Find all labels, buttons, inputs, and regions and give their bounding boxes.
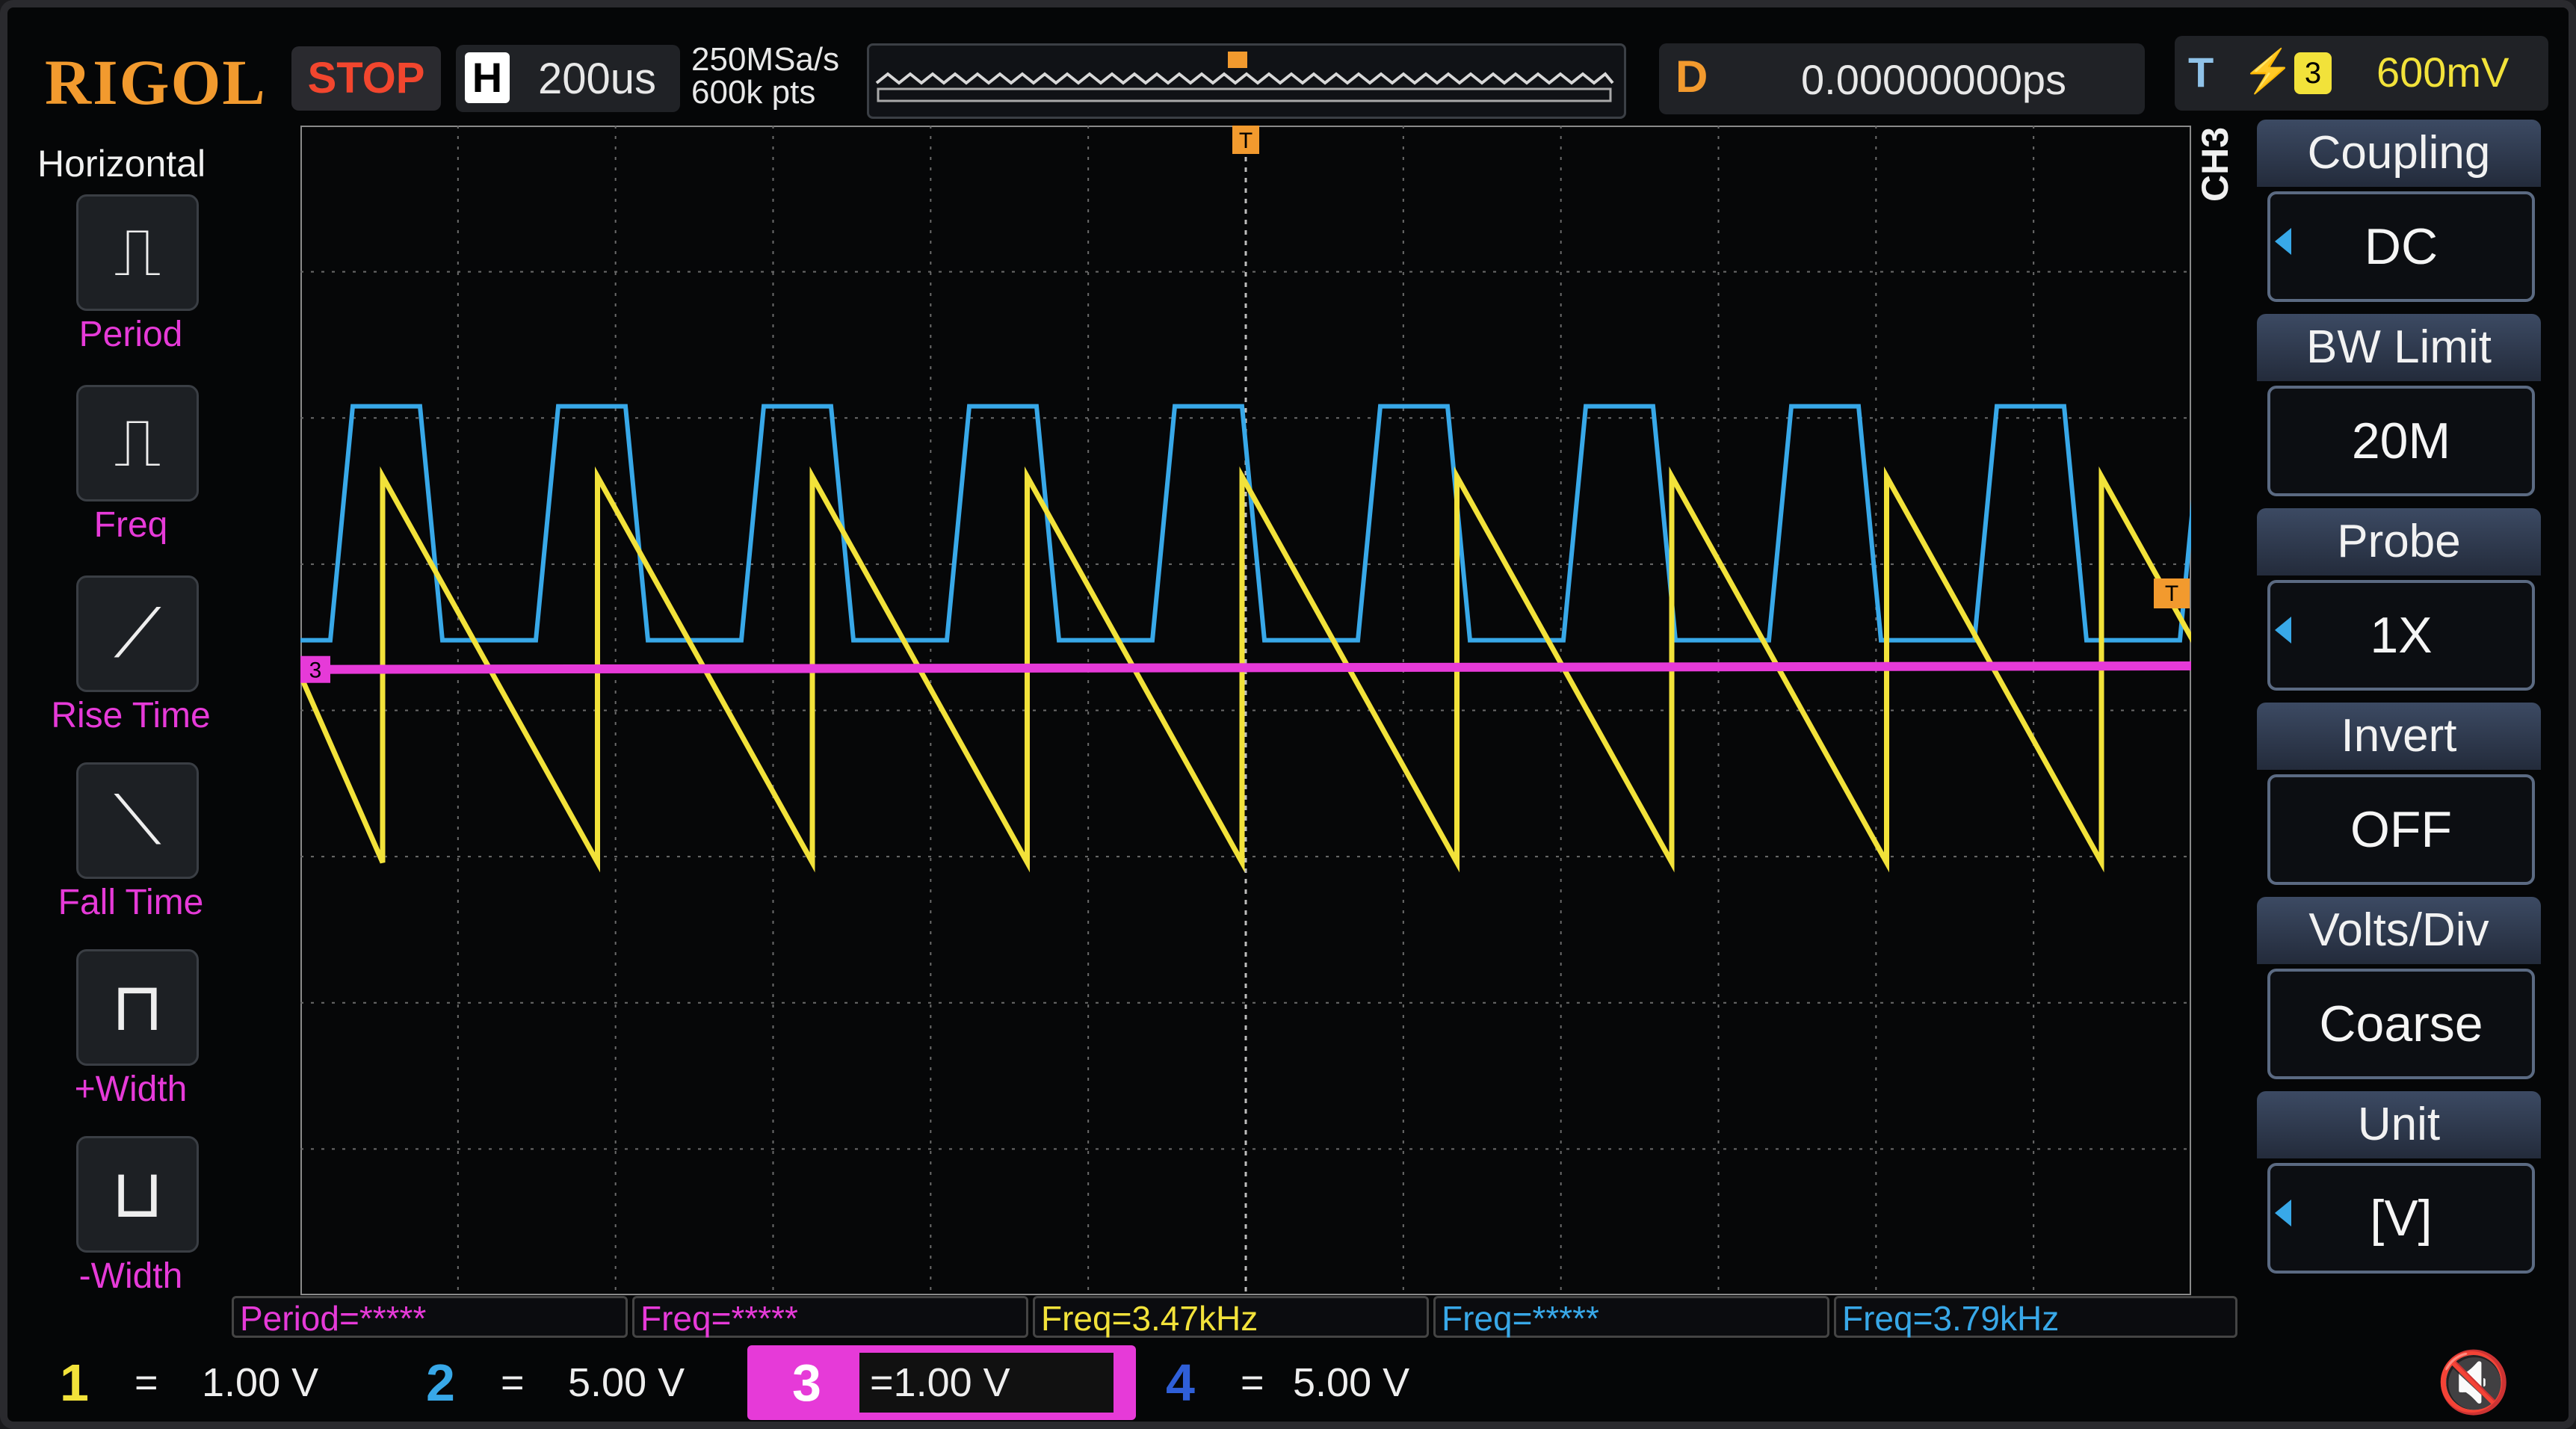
menu-title: Unit xyxy=(2257,1091,2541,1158)
period-icon[interactable]: ⎍ xyxy=(76,194,199,311)
fall-time-icon[interactable]: ⟍ xyxy=(76,762,199,879)
measurement-period-ch3[interactable]: Period=***** xyxy=(232,1296,628,1338)
trigger-type: T xyxy=(2188,49,2214,96)
waveform-grid: T T 3 xyxy=(300,126,2191,1295)
trigger-level: 600mV xyxy=(2376,49,2509,96)
ch1-number[interactable]: 1 xyxy=(60,1345,89,1420)
menu-title: Coupling xyxy=(2257,120,2541,187)
measure-label: Fall Time xyxy=(58,883,204,922)
menu-volts-div[interactable]: Volts/Div Coarse xyxy=(2257,897,2541,1082)
sample-rate: 250MSa/s xyxy=(691,41,840,78)
measure-fall-time[interactable]: ⟍ Fall Time xyxy=(22,762,239,949)
menu-title: Volts/Div xyxy=(2257,897,2541,964)
horizontal-label: H xyxy=(465,52,510,103)
ch1-coupling: = xyxy=(135,1360,158,1405)
ch4-scale[interactable]: 5.00 V xyxy=(1293,1353,1409,1413)
ch3-offset-label: 3 xyxy=(309,658,322,683)
menu-title: BW Limit xyxy=(2257,314,2541,381)
measurement-freq-ch3[interactable]: Freq=***** xyxy=(632,1296,1028,1338)
measurement-bar: Period=***** Freq=***** Freq=3.47kHz Fre… xyxy=(232,1296,2242,1341)
memory-depth: 600k pts xyxy=(691,74,816,111)
rising-edge-icon: ⚡ xyxy=(2242,47,2294,94)
brand-logo: RIGOL xyxy=(45,46,267,118)
waveform-display[interactable]: T T 3 xyxy=(300,126,2191,1295)
ch3-scale-box: =1.00 V xyxy=(859,1353,1114,1413)
ch2-number[interactable]: 2 xyxy=(426,1345,455,1420)
menu-value[interactable]: 20M xyxy=(2267,386,2535,496)
measure-label: Rise Time xyxy=(51,696,211,735)
selector-arrow-icon xyxy=(2275,617,2291,643)
run-stop-status[interactable]: STOP xyxy=(291,46,441,111)
trigger-source: 3 xyxy=(2294,52,2332,94)
menu-coupling[interactable]: Coupling DC xyxy=(2257,120,2541,305)
menu-title: Probe xyxy=(2257,508,2541,575)
menu-value[interactable]: OFF xyxy=(2267,774,2535,885)
ch1-scale[interactable]: 1.00 V xyxy=(202,1353,318,1413)
measure-pos-width[interactable]: ⊓ +Width xyxy=(22,949,239,1136)
rise-time-icon[interactable]: ⟋ xyxy=(76,575,199,692)
measure-period[interactable]: ⎍ Period xyxy=(22,194,239,381)
menu-channel-tag: CH3 xyxy=(2194,126,2236,202)
delay-display[interactable]: D 0.00000000ps xyxy=(1659,43,2145,114)
ch3-waveform xyxy=(300,661,2191,674)
menu-value[interactable]: Coarse xyxy=(2267,969,2535,1079)
trigger-right-label: T xyxy=(2165,581,2178,606)
measure-label: Freq xyxy=(93,505,168,545)
ch3-coupling: = xyxy=(870,1360,894,1405)
measure-freq[interactable]: ⎍ Freq xyxy=(22,385,239,572)
measurement-freq-ch4[interactable]: Freq=***** xyxy=(1433,1296,1829,1338)
trigger-top-label: T xyxy=(1239,129,1253,153)
channel-menu: Coupling DC BW Limit 20M Probe 1X Invert… xyxy=(2242,120,2541,1278)
panel-title: Horizontal xyxy=(37,143,206,185)
sample-info: 250MSa/s 600k pts xyxy=(691,43,871,118)
menu-bw-limit[interactable]: BW Limit 20M xyxy=(2257,314,2541,499)
freq-icon[interactable]: ⎍ xyxy=(76,385,199,501)
pos-width-icon[interactable]: ⊓ xyxy=(76,949,199,1066)
delay-label: D xyxy=(1675,52,1708,102)
selector-arrow-icon xyxy=(2275,228,2291,255)
measurement-freq-ch2[interactable]: Freq=3.79kHz xyxy=(1834,1296,2237,1338)
ch2-coupling: = xyxy=(501,1360,525,1405)
ch4-number[interactable]: 4 xyxy=(1166,1345,1195,1420)
menu-value[interactable]: 1X xyxy=(2267,580,2535,691)
ch3-scale: 1.00 V xyxy=(893,1360,1010,1405)
trigger-status[interactable]: T ⚡ 3 600mV xyxy=(2175,36,2548,111)
ch2-scale[interactable]: 5.00 V xyxy=(568,1353,685,1413)
menu-invert[interactable]: Invert OFF xyxy=(2257,703,2541,888)
timebase-value: 200us xyxy=(538,55,657,103)
neg-width-icon[interactable]: ⊔ xyxy=(76,1136,199,1253)
measure-rise-time[interactable]: ⟋ Rise Time xyxy=(22,575,239,762)
oscilloscope-screen: RIGOL STOP H 200us 250MSa/s 600k pts D 0… xyxy=(0,0,2576,1429)
menu-probe[interactable]: Probe 1X xyxy=(2257,508,2541,694)
measure-label: +Width xyxy=(74,1070,188,1109)
measurement-panel: Horizontal ⎍ Period ⎍ Freq ⟋ Rise Time ⟍… xyxy=(22,127,239,1308)
menu-value[interactable]: [V] xyxy=(2267,1163,2535,1274)
ch3-active-tab[interactable]: 3 =1.00 V xyxy=(747,1345,1136,1420)
menu-unit[interactable]: Unit [V] xyxy=(2257,1091,2541,1277)
menu-title: Invert xyxy=(2257,703,2541,770)
delay-value: 0.00000000ps xyxy=(1801,56,2067,103)
horizontal-timebase[interactable]: H 200us xyxy=(456,45,680,112)
top-status-bar: RIGOL STOP H 200us 250MSa/s 600k pts D 0… xyxy=(22,21,2563,119)
memory-overview-wave xyxy=(875,52,1614,102)
measure-label: Period xyxy=(78,315,183,354)
ch4-coupling: = xyxy=(1241,1360,1264,1405)
measurement-freq-ch1[interactable]: Freq=3.47kHz xyxy=(1033,1296,1429,1338)
measure-label: -Width xyxy=(78,1256,183,1296)
memory-overview[interactable] xyxy=(867,43,1626,119)
selector-arrow-icon xyxy=(2275,1200,2291,1226)
measure-neg-width[interactable]: ⊔ -Width xyxy=(22,1136,239,1323)
ch3-number: 3 xyxy=(792,1354,821,1412)
menu-value[interactable]: DC xyxy=(2267,191,2535,302)
mute-speaker-icon[interactable]: 🔇 xyxy=(2436,1345,2511,1420)
channel-status-bar: 1 = 1.00 V 2 = 5.00 V 3 =1.00 V 4 = 5.00… xyxy=(22,1345,2563,1428)
